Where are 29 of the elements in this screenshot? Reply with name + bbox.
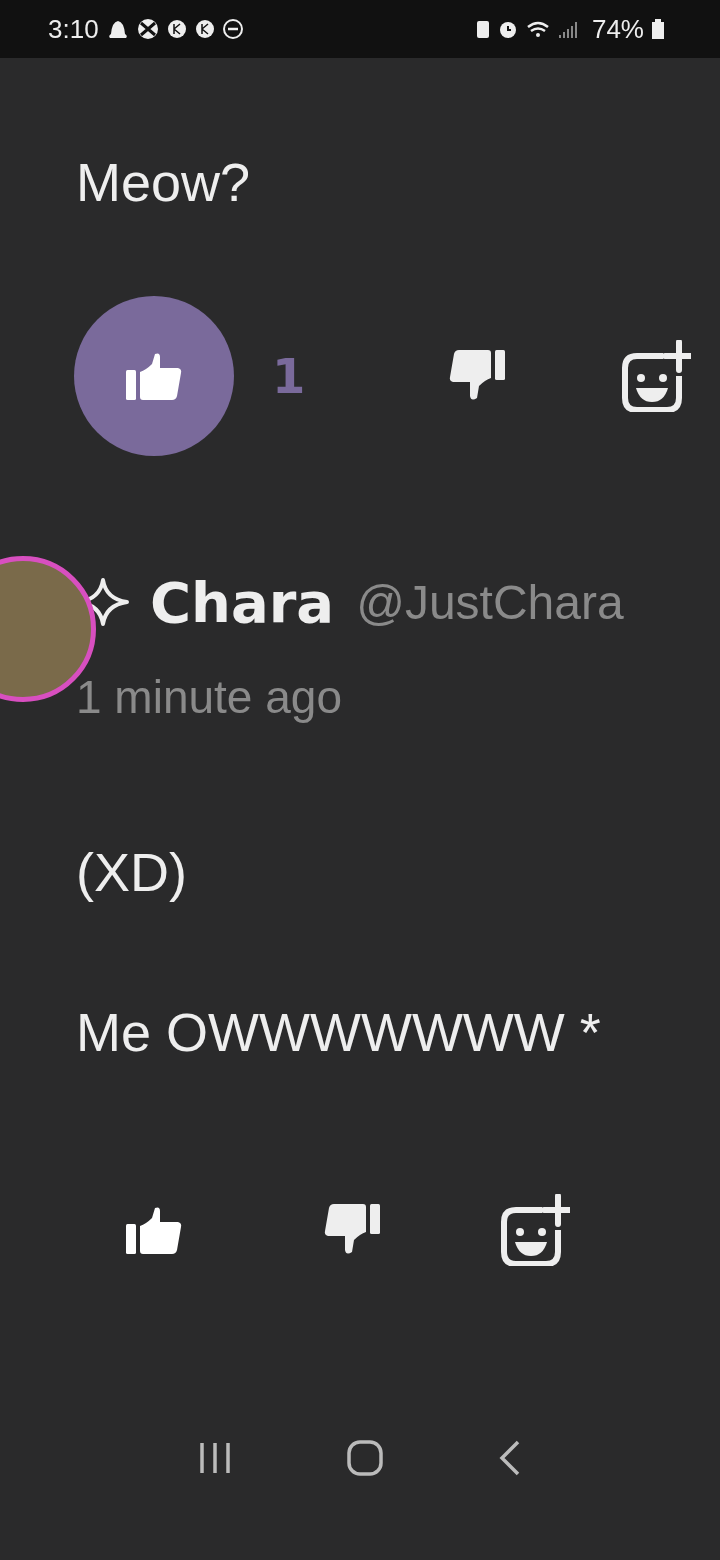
alarm-icon <box>497 19 518 39</box>
battery-icon <box>652 19 664 39</box>
thumbs-down-icon <box>324 1204 380 1256</box>
thumbs-down-icon <box>449 350 506 402</box>
comment-text: (XD) <box>76 841 188 904</box>
add-emoji-icon <box>498 1194 570 1266</box>
wifi-icon <box>525 19 550 39</box>
add-reaction-button[interactable] <box>619 340 692 412</box>
add-emoji-icon <box>619 340 692 412</box>
like-count: 1 <box>272 348 306 404</box>
app-icon <box>166 19 187 39</box>
battery-level: 74% <box>591 13 644 45</box>
comment-text: Meow? <box>76 151 252 214</box>
home-icon[interactable] <box>347 1440 383 1476</box>
status-time: 3:10 <box>48 13 99 45</box>
dislike-button[interactable] <box>324 1204 380 1256</box>
comment-time: 1 minute ago <box>76 670 343 724</box>
add-reaction-button[interactable] <box>498 1194 570 1266</box>
author-handle: @JustChara <box>356 574 624 630</box>
xbox-icon <box>136 18 159 40</box>
recent-apps-icon[interactable] <box>197 1441 232 1475</box>
comment-text: Me OWWWWWWW * <box>76 1001 602 1064</box>
do-not-disturb-icon <box>222 19 243 39</box>
thumbs-up-icon <box>126 1206 182 1254</box>
signal-icon <box>557 20 578 38</box>
dislike-button[interactable] <box>449 350 506 402</box>
author-name[interactable]: Chara <box>150 569 335 635</box>
app-icon <box>194 19 215 39</box>
thumbs-up-icon <box>126 352 182 400</box>
